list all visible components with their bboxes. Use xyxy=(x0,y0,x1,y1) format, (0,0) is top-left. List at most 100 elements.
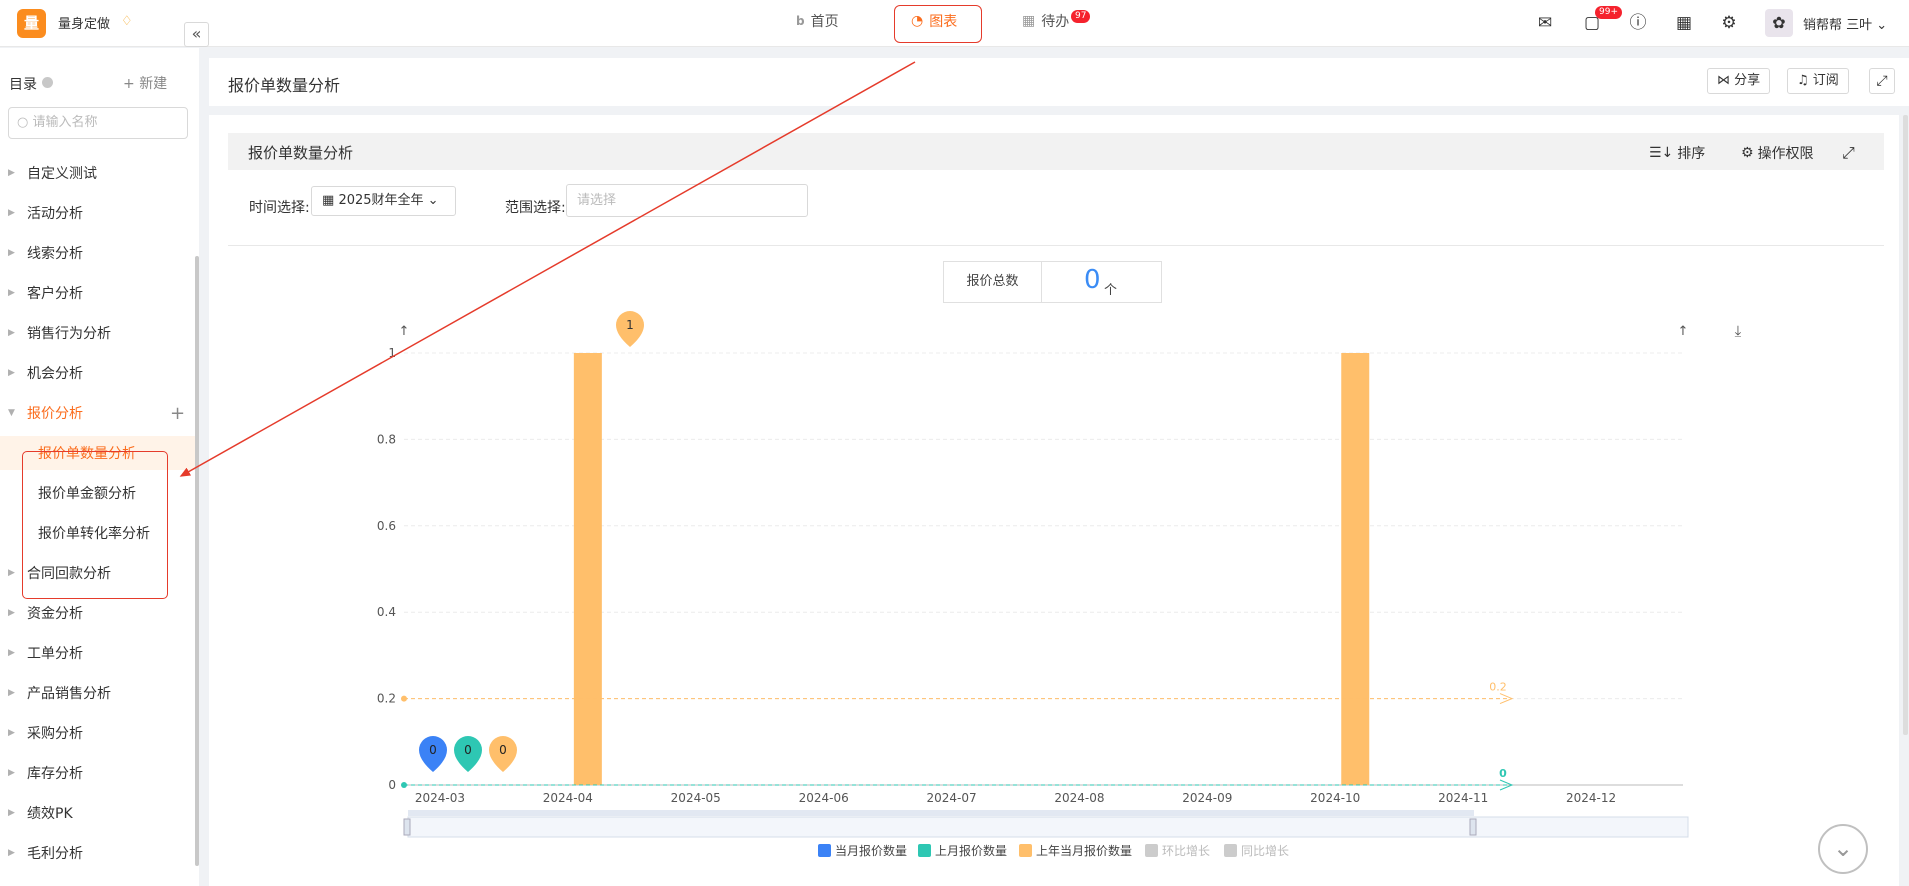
sidebar-item[interactable]: ▶ 活动分析 xyxy=(0,196,195,230)
range-select[interactable]: 请选择 xyxy=(566,184,808,217)
caret-right-icon: ▶ xyxy=(8,608,15,618)
total-label: 报价总数 xyxy=(944,262,1042,302)
top-bar: 量 量身定做 ♢ b 首页 ◔ 图表 ▦ 待办 97 ✉ ▢ 99+ ⓘ ▦ ⚙… xyxy=(0,0,1909,47)
range-label: 范围选择: xyxy=(505,200,566,216)
bell-icon: ♫ xyxy=(1797,73,1809,88)
todo-badge: 97 xyxy=(1071,10,1091,23)
sidebar-item[interactable]: ▶ 线索分析 xyxy=(0,236,195,270)
caret-right-icon: ▶ xyxy=(8,248,15,258)
caret-right-icon: ▶ xyxy=(8,568,15,578)
search-icon: ○ xyxy=(17,115,29,130)
sidebar-item[interactable]: ▶ 采购分析 xyxy=(0,716,195,750)
caret-right-icon: ▶ xyxy=(8,808,15,818)
user-name[interactable]: 销帮帮 三叶 ⌄ xyxy=(1803,14,1887,33)
info-icon[interactable] xyxy=(42,77,53,88)
permission-button[interactable]: ⚙ 操作权限 xyxy=(1741,143,1814,163)
calendar-icon: ▦ xyxy=(322,193,335,208)
main-header: 报价单数量分析 ⋈ 分享 ♫ 订阅 ⤢ xyxy=(209,58,1909,106)
total-count-box: 报价总数 0 个 xyxy=(943,261,1162,303)
collapse-sidebar-button[interactable]: « xyxy=(184,22,209,47)
sidebar-item-label: 绩效PK xyxy=(27,806,73,822)
sidebar-item-label: 客户分析 xyxy=(27,286,83,302)
sidebar-item-label: 资金分析 xyxy=(27,606,83,622)
annotation-box xyxy=(894,5,982,43)
add-icon[interactable]: + xyxy=(170,403,185,424)
calendar-icon: ▦ xyxy=(1022,13,1036,29)
fullscreen-icon[interactable]: ⤢ xyxy=(1869,68,1895,94)
sidebar-item-label: 产品销售分析 xyxy=(27,686,111,702)
scroll-down-button[interactable]: ⌄ xyxy=(1818,824,1868,874)
time-label: 时间选择: xyxy=(249,200,310,216)
caret-right-icon: ▶ xyxy=(8,288,15,298)
caret-right-icon: ▶ xyxy=(8,168,15,178)
fullscreen-icon[interactable]: ⤢ xyxy=(1842,143,1855,163)
message-badge: 99+ xyxy=(1595,6,1622,19)
sidebar-item[interactable]: ▶ 销售行为分析 xyxy=(0,316,195,350)
tab-home[interactable]: b 首页 xyxy=(796,11,839,31)
page-scrollbar[interactable] xyxy=(1903,115,1908,735)
sidebar-item-label: 库存分析 xyxy=(27,766,83,782)
sidebar-item-label: 毛利分析 xyxy=(27,846,83,862)
subscribe-button[interactable]: ♫ 订阅 xyxy=(1787,68,1849,94)
sidebar: 目录 + 新建 ○ 请输入名称 ▶ 自定义测试 ▶ 活动分析 ▶ 线索分析 ▶ 客户分析… xyxy=(0,48,199,886)
sidebar-item[interactable]: ▶ 客户分析 xyxy=(0,276,195,310)
sidebar-item-label: 线索分析 xyxy=(27,246,83,262)
diamond-icon: ♢ xyxy=(121,14,133,29)
gear-icon[interactable]: ⚙ xyxy=(1719,13,1739,33)
sidebar-item-label: 销售行为分析 xyxy=(27,326,111,342)
sidebar-title: 目录 xyxy=(9,77,37,93)
sidebar-item[interactable]: ▶ 资金分析 xyxy=(0,596,195,630)
caret-down-icon: ▼ xyxy=(8,408,15,418)
sidebar-item-label: 采购分析 xyxy=(27,726,83,742)
app-logo[interactable]: 量 xyxy=(17,9,46,38)
sidebar-item[interactable]: ▶ 库存分析 xyxy=(0,756,195,790)
sidebar-item-quote-analysis[interactable]: ▼ 报价分析 + xyxy=(0,396,195,430)
new-button[interactable]: + 新建 xyxy=(123,73,167,93)
sort-icon: ☰↓ xyxy=(1649,145,1674,161)
gear-icon: ⚙ xyxy=(1741,145,1754,161)
chart-card: 报价单数量分析 ☰↓ 排序 ⚙ 操作权限 ⤢ 时间选择: 范围选择: xyxy=(209,115,1899,886)
time-select[interactable]: ▦ 2025财年全年 ⌄ xyxy=(311,186,456,216)
caret-right-icon: ▶ xyxy=(8,728,15,738)
tab-home-label: 首页 xyxy=(810,14,839,30)
sidebar-item[interactable]: ▶ 绩效PK xyxy=(0,796,195,830)
sidebar-item[interactable]: ▶ 毛利分析 xyxy=(0,836,195,870)
sidebar-item[interactable]: ▶ 自定义测试 xyxy=(0,156,195,190)
sidebar-item-label: 活动分析 xyxy=(27,206,83,222)
search-placeholder: 请输入名称 xyxy=(32,115,98,130)
caret-right-icon: ▶ xyxy=(8,208,15,218)
help-icon[interactable]: ⓘ xyxy=(1628,13,1648,33)
caret-right-icon: ▶ xyxy=(8,768,15,778)
annotation-box xyxy=(22,451,168,599)
card-header: 报价单数量分析 ☰↓ 排序 ⚙ 操作权限 ⤢ xyxy=(228,133,1884,170)
search-input[interactable]: ○ 请输入名称 xyxy=(8,107,188,139)
avatar[interactable]: ✿ xyxy=(1765,9,1793,37)
apps-grid-icon[interactable]: ▦ xyxy=(1674,13,1694,33)
home-icon: b xyxy=(796,14,805,28)
sidebar-item-label: 自定义测试 xyxy=(27,166,97,182)
caret-right-icon: ▶ xyxy=(8,688,15,698)
sidebar-item-label: 工单分析 xyxy=(27,646,83,662)
total-value: 0 xyxy=(1084,265,1101,295)
tab-todo[interactable]: ▦ 待办 xyxy=(1022,11,1069,31)
mail-icon[interactable]: ✉ xyxy=(1535,13,1555,33)
caret-right-icon: ▶ xyxy=(8,848,15,858)
sidebar-item[interactable]: ▶ 机会分析 xyxy=(0,356,195,390)
sidebar-item[interactable]: ▶ 产品销售分析 xyxy=(0,676,195,710)
total-unit: 个 xyxy=(1104,283,1118,298)
caret-right-icon: ▶ xyxy=(8,648,15,658)
sidebar-item[interactable]: ▶ 工单分析 xyxy=(0,636,195,670)
caret-right-icon: ▶ xyxy=(8,328,15,338)
chevron-down-icon: ⌄ xyxy=(427,193,439,208)
tab-todo-label: 待办 xyxy=(1041,14,1070,30)
share-icon: ⋈ xyxy=(1717,73,1730,88)
page-title: 报价单数量分析 xyxy=(228,76,341,95)
caret-right-icon: ▶ xyxy=(8,368,15,378)
filter-bar: 时间选择: 范围选择: xyxy=(228,170,1884,246)
sort-button[interactable]: ☰↓ 排序 xyxy=(1649,143,1705,163)
sidebar-item-label: 机会分析 xyxy=(27,366,83,382)
share-button[interactable]: ⋈ 分享 xyxy=(1707,68,1771,94)
app-name[interactable]: 量身定做 xyxy=(58,13,110,32)
sidebar-item-label: 报价分析 xyxy=(27,406,83,422)
sidebar-scrollbar[interactable] xyxy=(195,256,199,866)
